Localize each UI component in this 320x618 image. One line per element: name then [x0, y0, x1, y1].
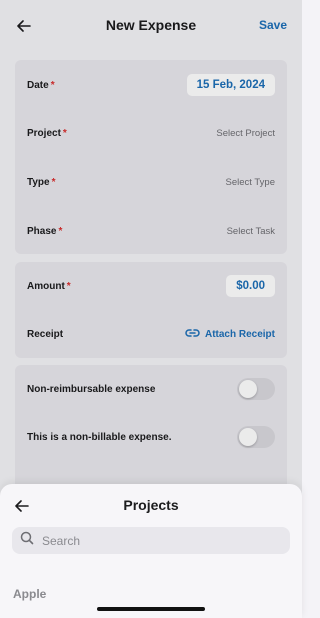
- sheet-title: Projects: [123, 497, 179, 513]
- section-header: Apple: [13, 587, 47, 601]
- search-input[interactable]: [40, 532, 284, 549]
- home-indicator: [97, 607, 205, 611]
- search-bar[interactable]: [12, 527, 290, 554]
- search-icon: [20, 531, 34, 550]
